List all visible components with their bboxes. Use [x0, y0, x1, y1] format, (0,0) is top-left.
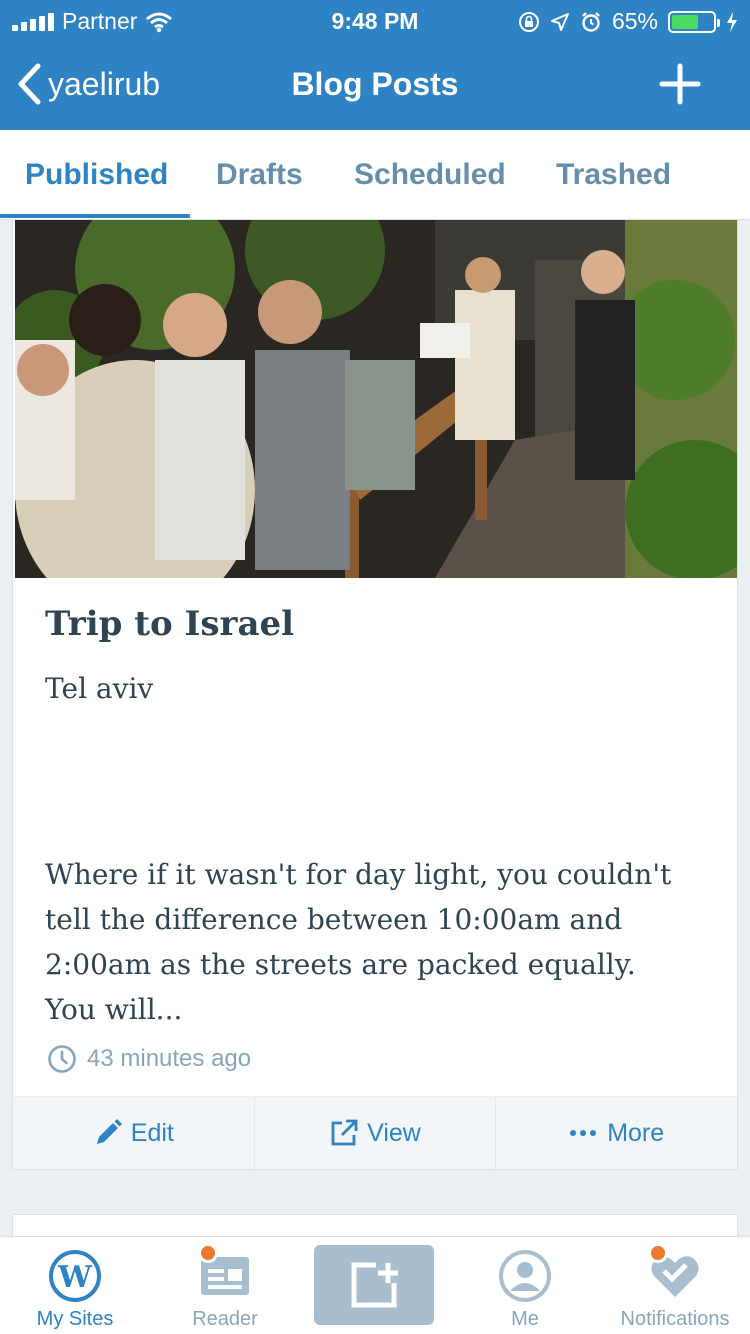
pencil-icon — [96, 1119, 122, 1144]
post-actions: Edit View More — [13, 1096, 737, 1169]
wordpress-icon: W — [49, 1250, 101, 1302]
active-tab-indicator — [0, 214, 190, 218]
write-post-icon — [351, 1262, 398, 1308]
battery-percent: 65% — [611, 8, 658, 34]
navigation-bar: yaelirub Blog Posts — [0, 40, 750, 130]
tab-my-sites-label: My Sites — [36, 1308, 114, 1330]
external-link-icon — [331, 1119, 358, 1146]
alarm-icon — [582, 11, 600, 32]
status-bar: Partner 9:48 PM 65% — [0, 0, 750, 40]
post-card[interactable]: Trip to Israel Tel aviv Where if it wasn… — [12, 220, 738, 1170]
clock-icon — [48, 1045, 76, 1073]
post-time-label: 43 minutes ago — [87, 1045, 252, 1072]
tab-reader-label: Reader — [192, 1308, 258, 1330]
view-button[interactable]: View — [255, 1097, 497, 1169]
write-post-button[interactable] — [314, 1245, 434, 1325]
tab-me[interactable]: Me — [450, 1237, 600, 1334]
tab-scheduled[interactable]: Scheduled — [354, 158, 506, 192]
tab-drafts[interactable]: Drafts — [216, 158, 303, 192]
post-title[interactable]: Trip to Israel — [45, 604, 294, 644]
reader-badge — [198, 1243, 218, 1263]
charging-icon — [727, 11, 737, 32]
post-status-tabs: Published Drafts Scheduled Trashed — [0, 130, 750, 220]
edit-label: Edit — [130, 1118, 174, 1147]
battery-icon — [668, 10, 720, 33]
edit-button[interactable]: Edit — [13, 1097, 255, 1169]
page-title: Blog Posts — [291, 66, 459, 102]
tab-my-sites[interactable]: W My Sites — [0, 1237, 150, 1334]
svg-text:W: W — [57, 1260, 93, 1295]
tab-reader[interactable]: Reader — [150, 1237, 300, 1334]
post-featured-image[interactable] — [15, 220, 737, 578]
plus-icon[interactable] — [656, 60, 704, 108]
post-excerpt: Where if it wasn't for day light, you co… — [45, 858, 672, 1026]
notifications-badge — [648, 1243, 668, 1263]
me-icon — [499, 1250, 551, 1302]
more-button[interactable]: More — [496, 1097, 737, 1169]
tab-published[interactable]: Published — [25, 158, 168, 192]
tab-notifications-label: Notifications — [620, 1308, 730, 1330]
post-subtitle: Tel aviv — [45, 672, 154, 705]
view-label: View — [367, 1118, 421, 1147]
bottom-tab-bar: W My Sites Reader Me Notifications — [0, 1236, 750, 1334]
orientation-lock-icon — [518, 11, 539, 32]
ellipsis-icon — [570, 1130, 597, 1136]
tab-me-label: Me — [511, 1308, 539, 1330]
tab-trashed[interactable]: Trashed — [556, 158, 671, 192]
more-label: More — [607, 1118, 665, 1147]
tab-notifications[interactable]: Notifications — [600, 1237, 750, 1334]
location-icon — [550, 12, 569, 31]
post-timestamp: 43 minutes ago — [47, 1044, 251, 1074]
